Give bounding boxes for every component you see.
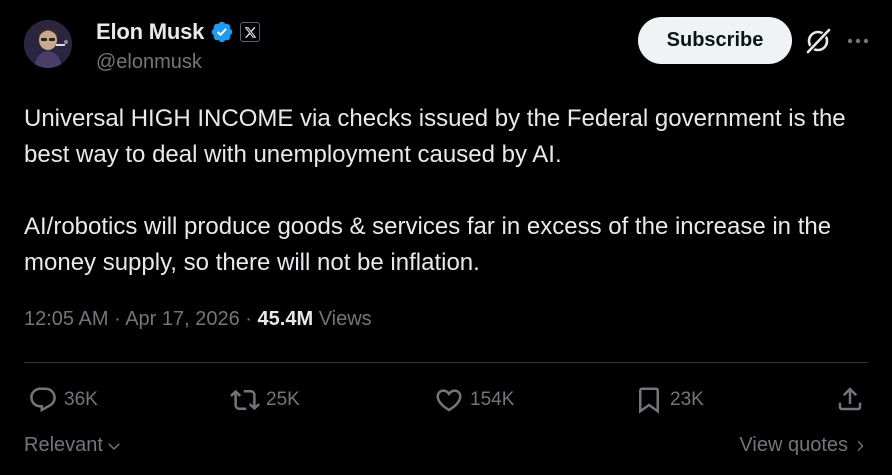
repost-button[interactable]: 25K	[230, 384, 300, 416]
repost-count: 25K	[266, 389, 300, 410]
reply-icon	[30, 387, 56, 413]
author-name-row: Elon Musk	[96, 18, 261, 46]
author-handle[interactable]: @elonmusk	[96, 51, 202, 74]
share-icon	[838, 387, 862, 411]
tweet-text: Universal HIGH INCOME via checks issued …	[24, 101, 874, 281]
bookmark-button[interactable]: 23K	[634, 384, 704, 416]
chevron-right-icon	[857, 440, 864, 451]
share-button[interactable]	[835, 384, 865, 414]
meta-separator: ·	[245, 308, 252, 330]
divider	[24, 362, 868, 363]
view-quotes-link[interactable]: View quotes	[739, 434, 868, 457]
heart-icon	[436, 389, 462, 412]
like-button[interactable]: 154K	[434, 384, 514, 416]
tweet-date[interactable]: Apr 17, 2026	[125, 308, 240, 330]
x-logo-icon[interactable]	[240, 22, 261, 42]
avatar[interactable]	[24, 20, 72, 68]
bookmark-icon	[639, 387, 659, 414]
reply-count: 36K	[64, 389, 98, 410]
sort-dropdown[interactable]: Relevant	[24, 434, 123, 457]
tweet-time[interactable]: 12:05 AM	[24, 308, 109, 330]
grok-icon[interactable]	[803, 26, 833, 56]
bookmark-count: 23K	[670, 389, 704, 410]
tweet-meta: 12:05 AM · Apr 17, 2026 · 45.4M Views	[24, 308, 372, 331]
view-quotes-label: View quotes	[739, 434, 848, 456]
subscribe-button[interactable]: Subscribe	[638, 17, 792, 64]
views-count: 45.4M	[257, 308, 314, 330]
like-count: 154K	[470, 389, 515, 410]
meta-separator: ·	[114, 308, 121, 330]
author-name[interactable]: Elon Musk	[96, 19, 204, 45]
sort-label: Relevant	[24, 434, 103, 456]
chevron-down-icon	[108, 442, 120, 450]
tweet-paragraph: Universal HIGH INCOME via checks issued …	[24, 105, 846, 168]
verified-badge-icon[interactable]	[210, 20, 234, 44]
more-options-icon[interactable]	[845, 28, 871, 54]
repost-icon	[230, 389, 260, 411]
reply-button[interactable]: 36K	[28, 384, 98, 416]
views-label: Views	[318, 308, 372, 330]
tweet-paragraph: AI/robotics will produce goods & service…	[24, 213, 832, 276]
